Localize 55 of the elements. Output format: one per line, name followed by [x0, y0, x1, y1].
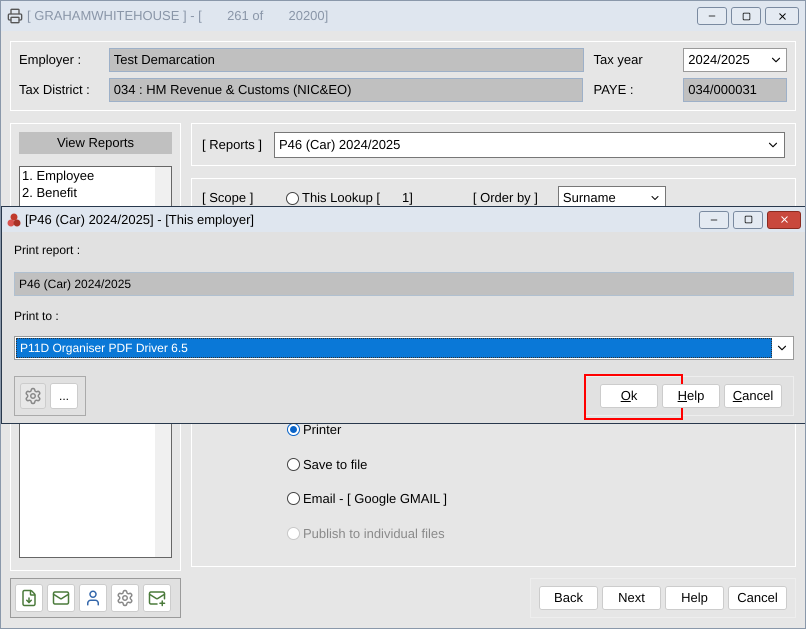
- close-icon: [776, 10, 788, 22]
- maximize-icon: [744, 215, 752, 224]
- scope-label: [ Scope ]: [202, 189, 254, 208]
- reports-dropdown[interactable]: P46 (Car) 2024/2025: [274, 132, 785, 158]
- option-label: Printer: [303, 421, 342, 439]
- employer-field[interactable]: Test Demarcation: [108, 48, 584, 72]
- option-label: Email - [ Google GMAIL ]: [303, 490, 448, 508]
- list-item[interactable]: 1. Employee: [20, 167, 155, 184]
- tax-district-field[interactable]: 034 : HM Revenue & Customs (NIC&EO): [108, 78, 584, 102]
- order-by-label: [ Order by ]: [472, 189, 538, 208]
- option-label: This Lookup [: [302, 189, 380, 208]
- mail-plus-icon[interactable]: [143, 584, 171, 612]
- dialog-button[interactable]: Ok: [600, 384, 658, 408]
- more-button[interactable]: ...: [50, 383, 78, 409]
- settings-icon[interactable]: [111, 584, 139, 612]
- view-reports-header: View Reports: [19, 132, 172, 154]
- print-report-field: P46 (Car) 2024/2025: [14, 272, 794, 296]
- radio-button[interactable]: [287, 423, 300, 436]
- user-icon[interactable]: [79, 584, 107, 612]
- close-button[interactable]: [767, 210, 801, 228]
- print-to-label: Print to :: [14, 308, 60, 325]
- download-icon[interactable]: [15, 584, 43, 612]
- option-label: Save to file: [303, 456, 368, 474]
- printer-icon: [7, 8, 23, 24]
- radio-button[interactable]: [286, 192, 299, 204]
- option-label: Publish to individual files: [303, 524, 445, 542]
- dialog-title: [P46 (Car) 2024/2025] - [This employer]: [25, 210, 254, 229]
- nav-button[interactable]: Cancel: [728, 586, 787, 610]
- settings-button[interactable]: [20, 383, 46, 409]
- logo-icon: [7, 212, 21, 226]
- print-report-label: Print report :: [14, 242, 82, 259]
- close-button[interactable]: [765, 7, 799, 25]
- tax-year-dropdown[interactable]: 2024/2025: [683, 48, 788, 72]
- paye-label: PAYE :: [593, 81, 634, 100]
- dialog-button[interactable]: Help: [662, 384, 720, 408]
- close-icon: [778, 214, 790, 225]
- employer-label: Employer :: [19, 51, 82, 70]
- mail-icon[interactable]: [47, 584, 75, 612]
- dialog-button[interactable]: Cancel: [724, 384, 782, 408]
- radio-button[interactable]: [287, 458, 300, 471]
- tax-year-label: Tax year: [594, 51, 644, 70]
- paye-field[interactable]: 034/000031: [683, 78, 787, 102]
- maximize-icon: [742, 12, 750, 20]
- window-title: [ GRAHAMWHITEHOUSE ] - [ 261 of 20200]: [27, 7, 328, 26]
- maximize-button[interactable]: [731, 7, 761, 25]
- nav-button[interactable]: Next: [602, 586, 661, 610]
- lookup-count: 1]: [402, 189, 413, 208]
- nav-button[interactable]: Back: [539, 586, 598, 610]
- nav-button[interactable]: Help: [665, 586, 724, 610]
- list-item[interactable]: 2. Benefit: [20, 184, 155, 201]
- tax-district-label: Tax District :: [19, 81, 91, 100]
- radio-button[interactable]: [287, 492, 300, 506]
- printer-dropdown[interactable]: P11D Organiser PDF Driver 6.5: [14, 336, 794, 360]
- reports-label: [ Reports ]: [202, 136, 262, 154]
- maximize-button[interactable]: [733, 210, 763, 228]
